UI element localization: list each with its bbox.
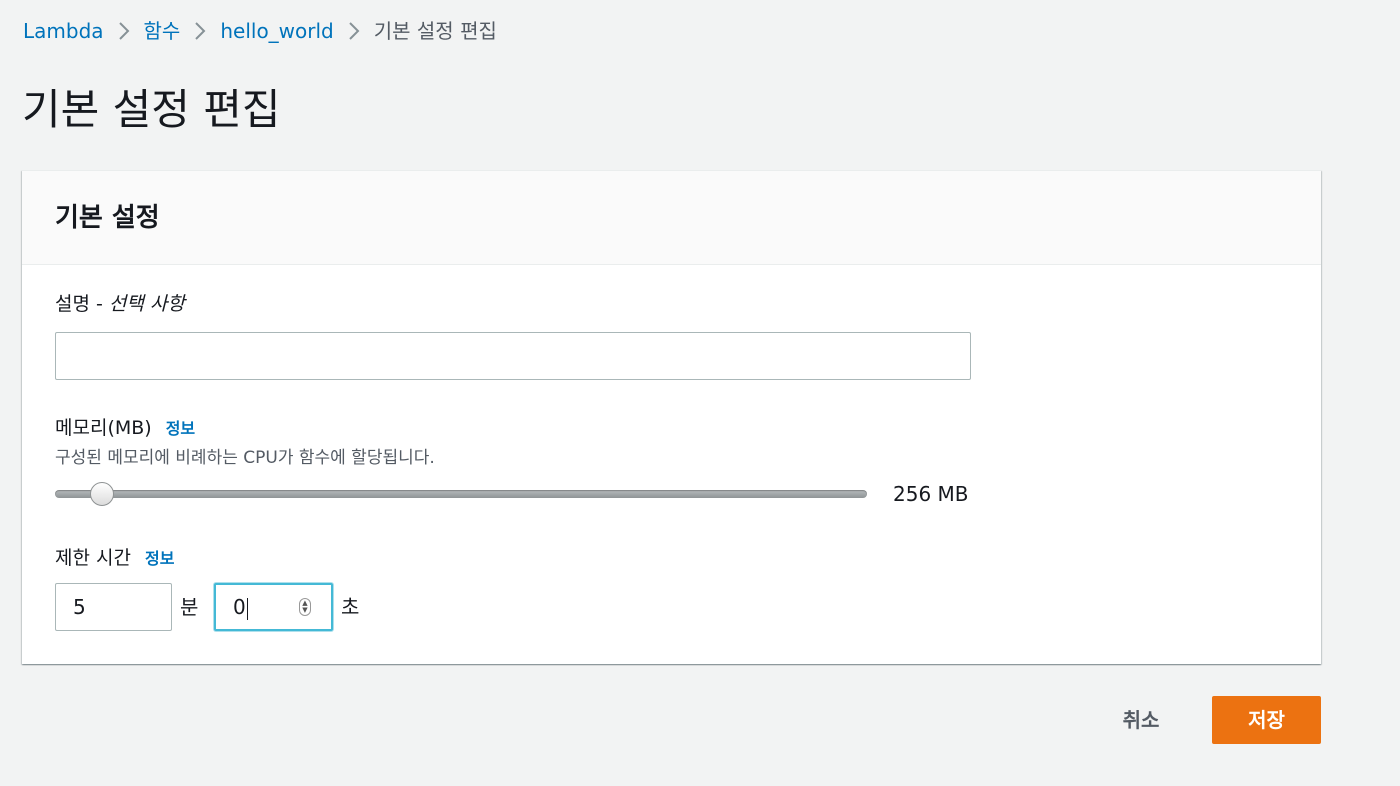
- description-label-text: 설명 -: [55, 293, 109, 315]
- timeout-seconds-input[interactable]: 0 ▲ ▼: [214, 583, 333, 631]
- cancel-button[interactable]: 취소: [1110, 697, 1172, 743]
- minutes-unit: 분: [180, 595, 199, 619]
- chevron-right-icon: [104, 20, 144, 42]
- description-input[interactable]: [55, 332, 971, 380]
- chevron-right-icon: [180, 20, 220, 42]
- seconds-unit: 초: [341, 595, 360, 619]
- memory-label-text: 메모리(MB): [55, 417, 152, 439]
- memory-value: 256 MB: [893, 482, 969, 506]
- timeout-label: 제한 시간 정보: [55, 545, 174, 572]
- description-optional: 선택 사항: [108, 293, 185, 315]
- timeout-minutes-value: 5: [73, 595, 86, 619]
- breadcrumb-function-name[interactable]: hello_world: [220, 17, 333, 45]
- breadcrumb: Lambda 함수 hello_world 기본 설정 편집: [23, 17, 497, 45]
- timeout-label-text: 제한 시간: [55, 547, 131, 569]
- description-label: 설명 - 선택 사항: [55, 291, 185, 317]
- panel-title: 기본 설정: [55, 203, 160, 233]
- memory-info-link[interactable]: 정보: [166, 419, 195, 438]
- timeout-seconds-value: 0: [233, 595, 246, 619]
- breadcrumb-lambda[interactable]: Lambda: [23, 17, 104, 45]
- breadcrumb-current: 기본 설정 편집: [373, 19, 497, 43]
- memory-label: 메모리(MB) 정보: [55, 415, 195, 442]
- page-title: 기본 설정 편집: [22, 85, 281, 134]
- memory-hint: 구성된 메모리에 비례하는 CPU가 함수에 할당됩니다.: [55, 448, 435, 468]
- save-button[interactable]: 저장: [1212, 696, 1321, 744]
- memory-slider-track[interactable]: [55, 490, 867, 498]
- basic-settings-panel: 기본 설정 설명 - 선택 사항 메모리(MB) 정보 구성된 메모리에 비례하는…: [22, 170, 1321, 664]
- number-spinner-icon[interactable]: ▲ ▼: [299, 598, 311, 616]
- breadcrumb-functions[interactable]: 함수: [144, 17, 181, 45]
- text-caret: [246, 597, 248, 620]
- timeout-minutes-input[interactable]: 5: [55, 583, 172, 631]
- timeout-info-link[interactable]: 정보: [145, 549, 174, 568]
- memory-slider-thumb[interactable]: [90, 482, 114, 506]
- panel-header: 기본 설정: [22, 171, 1321, 265]
- chevron-right-icon: [334, 20, 374, 42]
